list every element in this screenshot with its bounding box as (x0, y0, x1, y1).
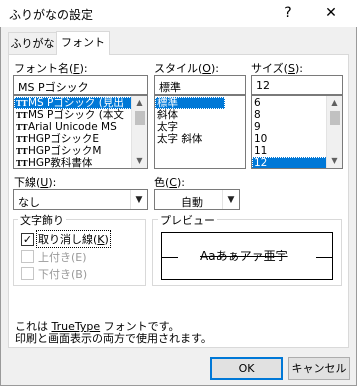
list-item[interactable]: TTHGPゴシックE (14, 133, 132, 145)
truetype-icon: TT (16, 146, 28, 156)
list-item[interactable]: TTHGP教科書体 (14, 157, 132, 168)
list-item[interactable]: 10 (252, 133, 327, 145)
size-list[interactable]: 6 8 9 10 11 12 ▲ ▼ (251, 95, 343, 169)
baseline-left (162, 257, 178, 258)
truetype-icon: TT (16, 98, 28, 108)
list-item[interactable]: 標準 (155, 97, 225, 109)
style-input[interactable]: 標準 (154, 75, 246, 95)
subscript-label: 下付き(B) (38, 268, 88, 281)
scroll-up-icon[interactable]: ▲ (132, 96, 147, 110)
truetype-icon: TT (16, 122, 28, 132)
size-label: サイズ(S): (251, 62, 303, 75)
help-button[interactable]: ? (268, 0, 308, 27)
truetype-icon: TT (16, 110, 28, 120)
style-label: スタイル(O): (154, 62, 219, 75)
chevron-down-icon[interactable]: ▼ (222, 190, 239, 209)
info-line-2: 印刷と画面表示の両方で使用されます。 (15, 332, 212, 345)
list-item[interactable]: 斜体 (155, 109, 225, 121)
tab-font[interactable]: フォント (56, 31, 110, 55)
preview-group-label: プレビュー (158, 212, 217, 228)
scroll-down-icon[interactable]: ▼ (327, 154, 342, 168)
ok-button[interactable]: OK (210, 357, 283, 380)
color-select[interactable]: 自動 ▼ (154, 189, 240, 210)
preview-sample: Aaあぁアァ亜宇 (200, 249, 288, 263)
scroll-thumb[interactable] (135, 111, 145, 125)
list-item[interactable]: 8 (252, 109, 327, 121)
list-item[interactable]: TTMS Pゴシック (見出 (14, 97, 132, 109)
font-name-label: フォント名(F): (14, 62, 88, 75)
window-title: ふりがなの設定 (9, 8, 94, 22)
list-item[interactable]: 9 (252, 121, 327, 133)
scroll-thumb[interactable] (330, 111, 340, 125)
color-label: 色(C): (154, 176, 185, 189)
tab-furigana[interactable]: ふりがな (8, 32, 57, 54)
cancel-button[interactable]: キャンセル (288, 357, 350, 380)
close-button[interactable]: ✕ (311, 0, 351, 27)
size-input[interactable]: 12 (251, 75, 343, 95)
font-name-input[interactable]: MS Pゴシック (13, 75, 148, 95)
size-list-scrollbar[interactable]: ▲ ▼ (326, 96, 342, 168)
superscript-checkbox[interactable] (21, 250, 34, 263)
close-icon: ✕ (325, 5, 337, 21)
list-item[interactable]: 太字 (155, 121, 225, 133)
effects-group-label: 文字飾り (18, 212, 66, 228)
style-list[interactable]: 標準 斜体 太字 太字 斜体 (154, 95, 246, 169)
scroll-down-icon[interactable]: ▼ (132, 154, 147, 168)
list-item[interactable]: 11 (252, 145, 327, 157)
list-item[interactable]: 6 (252, 97, 327, 109)
underline-select[interactable]: なし ▼ (13, 189, 148, 210)
underline-value: なし (18, 196, 40, 209)
strikethrough-checkbox[interactable]: ✓ (21, 233, 34, 246)
list-item[interactable]: 太字 斜体 (155, 133, 225, 145)
truetype-icon: TT (16, 134, 28, 144)
preview-box: Aaあぁアァ亜宇 (161, 232, 333, 280)
subscript-checkbox[interactable] (21, 267, 34, 280)
underline-label: 下線(U): (14, 176, 57, 189)
list-item[interactable]: TTHGPゴシックM (14, 145, 132, 157)
font-list-scrollbar[interactable]: ▲ ▼ (131, 96, 147, 168)
list-item[interactable]: TTArial Unicode MS (14, 121, 132, 133)
truetype-icon: TT (16, 158, 28, 168)
font-name-list[interactable]: TTMS Pゴシック (見出 TTMS Pゴシック (本文 TTArial Un… (13, 95, 148, 169)
color-value: 自動 (181, 196, 203, 209)
baseline-right (316, 257, 332, 258)
scroll-up-icon[interactable]: ▲ (327, 96, 342, 110)
superscript-label: 上付き(E) (38, 251, 87, 264)
list-item[interactable]: TTMS Pゴシック (本文 (14, 109, 132, 121)
chevron-down-icon[interactable]: ▼ (130, 190, 147, 209)
strikethrough-label[interactable]: 取り消し線(K) (36, 230, 111, 248)
list-item[interactable]: 12 (252, 157, 327, 168)
